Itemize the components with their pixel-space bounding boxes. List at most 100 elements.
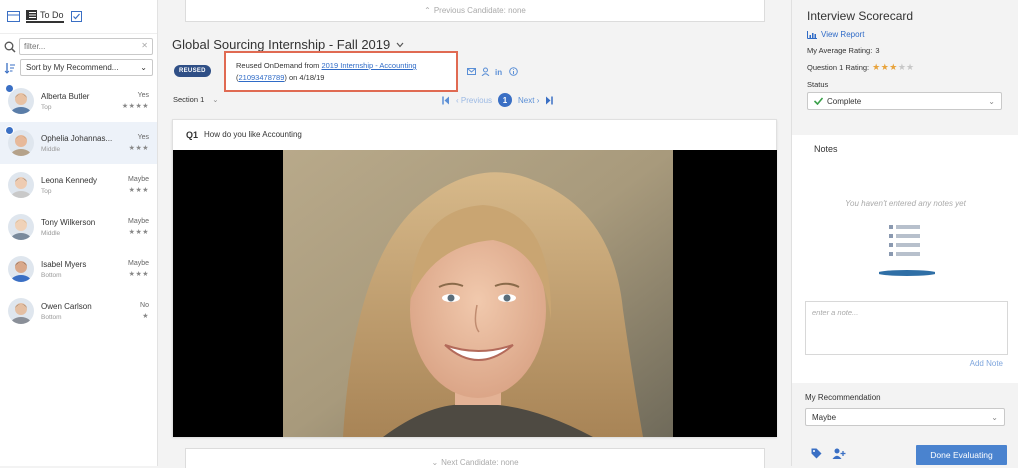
candidate-video-frame <box>283 150 673 437</box>
status-dropdown[interactable]: Complete ⌄ <box>807 92 1002 110</box>
card-view-icon[interactable] <box>6 11 20 23</box>
candidate-stage: Bottom <box>41 271 62 279</box>
email-icon[interactable] <box>467 67 476 76</box>
candidate-item[interactable]: Isabel Myers Bottom Maybe ★★★ <box>0 248 157 290</box>
candidate-meta: Maybe ★★★ <box>117 218 149 236</box>
tag-icon[interactable] <box>811 448 822 459</box>
chevron-up-icon: ⌃ <box>424 6 431 15</box>
candidate-recommendation: Yes <box>137 92 149 99</box>
filter-wrap: ✕ <box>19 38 153 55</box>
last-page-icon[interactable] <box>545 96 554 105</box>
candidate-item[interactable]: Leona Kennedy Top Maybe ★★★ <box>0 164 157 206</box>
notes-panel: Notes You haven't entered any notes yet … <box>792 135 1018 383</box>
info-icon[interactable] <box>509 67 518 76</box>
add-person-icon[interactable] <box>832 448 846 459</box>
next-candidate-bar[interactable]: ⌄ Next Candidate: none <box>185 448 765 468</box>
candidate-info: Isabel Myers Bottom <box>41 260 117 279</box>
candidate-list: Alberta Butler Top Yes ★★★★ Ophelia Joha… <box>0 80 157 332</box>
previous-label: Previous <box>460 95 493 105</box>
filter-row: ✕ <box>0 34 157 55</box>
star-filled-icon[interactable]: ★ <box>872 62 881 72</box>
scorecard-summary: Interview Scorecard View Report My Avera… <box>792 0 1018 132</box>
candidate-item[interactable]: Alberta Butler Top Yes ★★★★ <box>0 80 157 122</box>
reviewed-badge-icon <box>5 84 14 93</box>
star-empty-icon[interactable]: ★ <box>898 62 906 72</box>
job-title[interactable]: Global Sourcing Internship - Fall 2019 <box>172 37 404 52</box>
candidate-name: Alberta Butler <box>41 91 90 101</box>
star-filled-icon[interactable]: ★ <box>881 62 890 72</box>
add-note-button[interactable]: Add Note <box>970 359 1003 368</box>
candidate-name: Ophelia Johannas... <box>41 133 113 143</box>
candidate-rating-stars: ★★★ <box>128 145 149 152</box>
question-header: Q1 How do you like Accounting <box>173 120 776 149</box>
sort-dropdown[interactable]: Sort by My Recommend... ⌄ <box>20 59 153 76</box>
sort-label: Sort by My Recommend... <box>26 63 119 72</box>
candidate-info: Alberta Butler Top <box>41 92 117 111</box>
chevron-down-icon: ⌄ <box>140 63 147 72</box>
chevron-down-icon <box>396 42 404 47</box>
average-rating: My Average Rating: 3 <box>807 46 1004 55</box>
sidebar-toolbar: To Do <box>0 0 157 34</box>
clear-icon[interactable]: ✕ <box>141 41 148 50</box>
previous-candidate-label: Previous Candidate: none <box>433 6 526 15</box>
candidate-recommendation: No <box>140 302 149 309</box>
candidate-rating-stars: ★ <box>142 313 149 320</box>
candidate-item[interactable]: Ophelia Johannas... Middle Yes ★★★ <box>0 122 157 164</box>
chevron-down-icon: ⌄ <box>212 95 219 104</box>
interview-id-link[interactable]: 21093478789 <box>239 73 285 82</box>
person-icon[interactable] <box>481 67 490 76</box>
question-card: Q1 How do you like Accounting <box>172 119 777 437</box>
candidate-item[interactable]: Owen Carlson Bottom No ★ <box>0 290 157 332</box>
interview-link[interactable]: 2019 Internship - Accounting <box>321 61 416 70</box>
section-label: Section 1 <box>173 95 205 104</box>
candidate-recommendation: Yes <box>137 134 149 141</box>
checklist-icon[interactable] <box>70 11 84 23</box>
question-pager: ‹ Previous 1 Next › <box>442 93 554 107</box>
candidate-rating-stars: ★★★ <box>128 229 149 236</box>
previous-candidate-bar[interactable]: ⌃ Previous Candidate: none <box>185 0 765 22</box>
view-report-link[interactable]: View Report <box>807 30 1004 39</box>
candidate-item[interactable]: Tony Wilkerson Middle Maybe ★★★ <box>0 206 157 248</box>
question-rating-stars[interactable]: ★★★★★ <box>872 62 914 73</box>
candidate-meta: No ★ <box>117 302 149 320</box>
reused-badge[interactable]: REUSED <box>174 65 211 77</box>
status-label: Status <box>807 80 829 89</box>
done-evaluating-button[interactable]: Done Evaluating <box>916 445 1007 465</box>
star-empty-icon[interactable]: ★ <box>906 62 914 72</box>
next-button[interactable]: Next › <box>518 96 539 105</box>
star-filled-icon[interactable]: ★ <box>889 62 898 72</box>
sort-row: Sort by My Recommend... ⌄ <box>0 55 157 80</box>
notes-title: Notes <box>814 144 838 154</box>
video-player[interactable] <box>173 150 777 437</box>
candidate-meta: Maybe ★★★ <box>117 176 149 194</box>
next-candidate-label: Next Candidate: none <box>441 458 519 467</box>
reused-badge-label: REUSED <box>179 68 206 74</box>
svg-text:in: in <box>495 68 502 76</box>
average-rating-value: 3 <box>875 46 880 55</box>
candidate-rating-stars: ★★★★ <box>121 103 149 110</box>
todo-tab[interactable]: To Do <box>26 10 64 23</box>
note-input[interactable]: enter a note... <box>805 301 1008 355</box>
candidate-meta: Yes ★★★★ <box>117 92 149 110</box>
previous-button[interactable]: ‹ Previous <box>456 96 492 105</box>
candidate-stage: Top <box>41 187 52 195</box>
avatar <box>8 214 34 240</box>
reviewed-badge-icon <box>5 126 14 135</box>
candidate-stage: Middle <box>41 145 61 153</box>
scorecard-panel: Interview Scorecard View Report My Avera… <box>791 0 1018 468</box>
linkedin-icon[interactable]: in <box>495 67 504 76</box>
filter-input[interactable] <box>19 38 153 55</box>
avatar <box>8 256 34 282</box>
candidate-name: Isabel Myers <box>41 259 87 269</box>
note-placeholder: enter a note... <box>812 308 859 317</box>
candidate-name: Tony Wilkerson <box>41 217 96 227</box>
page-number[interactable]: 1 <box>498 93 513 107</box>
first-page-icon[interactable] <box>442 96 450 105</box>
section-selector[interactable]: Section 1 ⌄ <box>173 95 219 104</box>
view-report-label: View Report <box>821 30 865 39</box>
candidate-recommendation: Maybe <box>127 218 149 225</box>
chart-icon <box>807 30 817 39</box>
candidate-name: Leona Kennedy <box>41 175 98 185</box>
candidate-stage: Bottom <box>41 313 62 321</box>
tooltip-prefix: Reused OnDemand from <box>236 61 322 70</box>
